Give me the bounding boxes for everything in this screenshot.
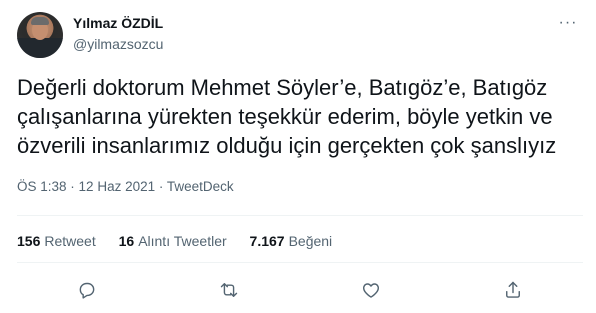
like-label: Beğeni xyxy=(288,233,333,249)
tweet-card: Yılmaz ÖZDİL @yilmazsozcu ··· Değerli do… xyxy=(0,0,596,313)
divider-bottom xyxy=(17,262,583,263)
like-count: 7.167 xyxy=(249,233,285,249)
share-button[interactable] xyxy=(500,277,526,303)
retweet-icon xyxy=(220,283,238,297)
tweet-text: Değerli doktorum Mehmet Söyler’e, Batıgö… xyxy=(17,75,557,158)
tweet-stats: 156 Retweet 16 Alıntı Tweetler 7.167 Beğeni xyxy=(17,233,351,249)
author-handle[interactable]: @yilmazsozcu xyxy=(73,36,163,52)
avatar-hair xyxy=(31,17,49,25)
divider-top xyxy=(17,215,583,216)
retweet-button[interactable] xyxy=(216,277,242,303)
like-icon xyxy=(362,283,380,298)
meta-separator: · xyxy=(158,179,167,194)
retweet-stat[interactable]: 156 Retweet xyxy=(17,233,96,249)
retweet-count: 156 xyxy=(17,233,41,249)
tweet-source[interactable]: TweetDeck xyxy=(167,179,234,194)
like-button[interactable] xyxy=(358,277,384,303)
tweet-date[interactable]: 12 Haz 2021 xyxy=(79,179,156,194)
quote-stat[interactable]: 16 Alıntı Tweetler xyxy=(119,233,227,249)
retweet-label: Retweet xyxy=(44,233,96,249)
author-name[interactable]: Yılmaz ÖZDİL xyxy=(73,15,163,31)
quote-label: Alıntı Tweetler xyxy=(138,233,227,249)
quote-count: 16 xyxy=(118,233,135,249)
avatar[interactable] xyxy=(17,12,63,58)
tweet-meta: ÖS 1:38 · 12 Haz 2021 · TweetDeck xyxy=(17,179,234,194)
reply-icon xyxy=(79,282,95,299)
reply-button[interactable] xyxy=(74,277,100,303)
more-options-button[interactable]: ··· xyxy=(553,13,583,33)
tweet-time[interactable]: ÖS 1:38 xyxy=(17,179,67,194)
action-bar xyxy=(0,277,596,303)
meta-separator: · xyxy=(70,179,79,194)
avatar-shirt xyxy=(17,38,63,58)
share-icon xyxy=(506,281,520,298)
like-stat[interactable]: 7.167 Beğeni xyxy=(250,233,333,249)
